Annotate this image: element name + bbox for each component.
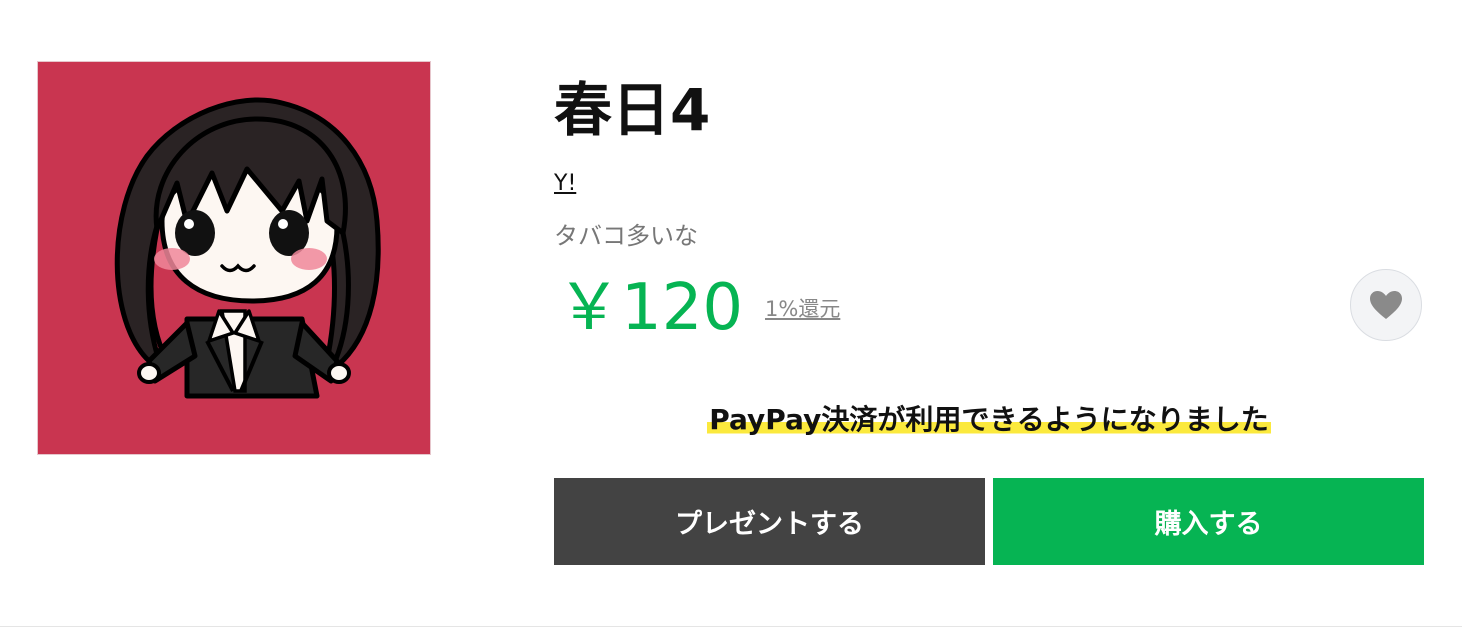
product-price: ￥120 — [557, 271, 744, 345]
buy-button[interactable]: 購入する — [993, 478, 1424, 565]
author-link[interactable]: Y! — [554, 168, 576, 200]
product-title: 春日4 — [554, 76, 711, 144]
favorite-button[interactable] — [1350, 269, 1422, 341]
paypay-notice-text: PayPay決済が利用できるようになりました — [707, 403, 1271, 436]
heart-icon — [1368, 289, 1404, 321]
paypay-notice: PayPay決済が利用できるようになりました — [554, 400, 1424, 440]
product-description: タバコ多いな — [554, 222, 698, 250]
product-thumbnail — [37, 61, 431, 455]
reward-link[interactable]: 1%還元 — [765, 294, 840, 324]
character-illustration — [114, 97, 381, 399]
present-button[interactable]: プレゼントする — [554, 478, 985, 565]
sticker-product-page: 春日4 Y! タバコ多いな ￥120 1%還元 PayPay決済が利用できるよう… — [0, 0, 1462, 630]
section-divider — [0, 626, 1462, 627]
